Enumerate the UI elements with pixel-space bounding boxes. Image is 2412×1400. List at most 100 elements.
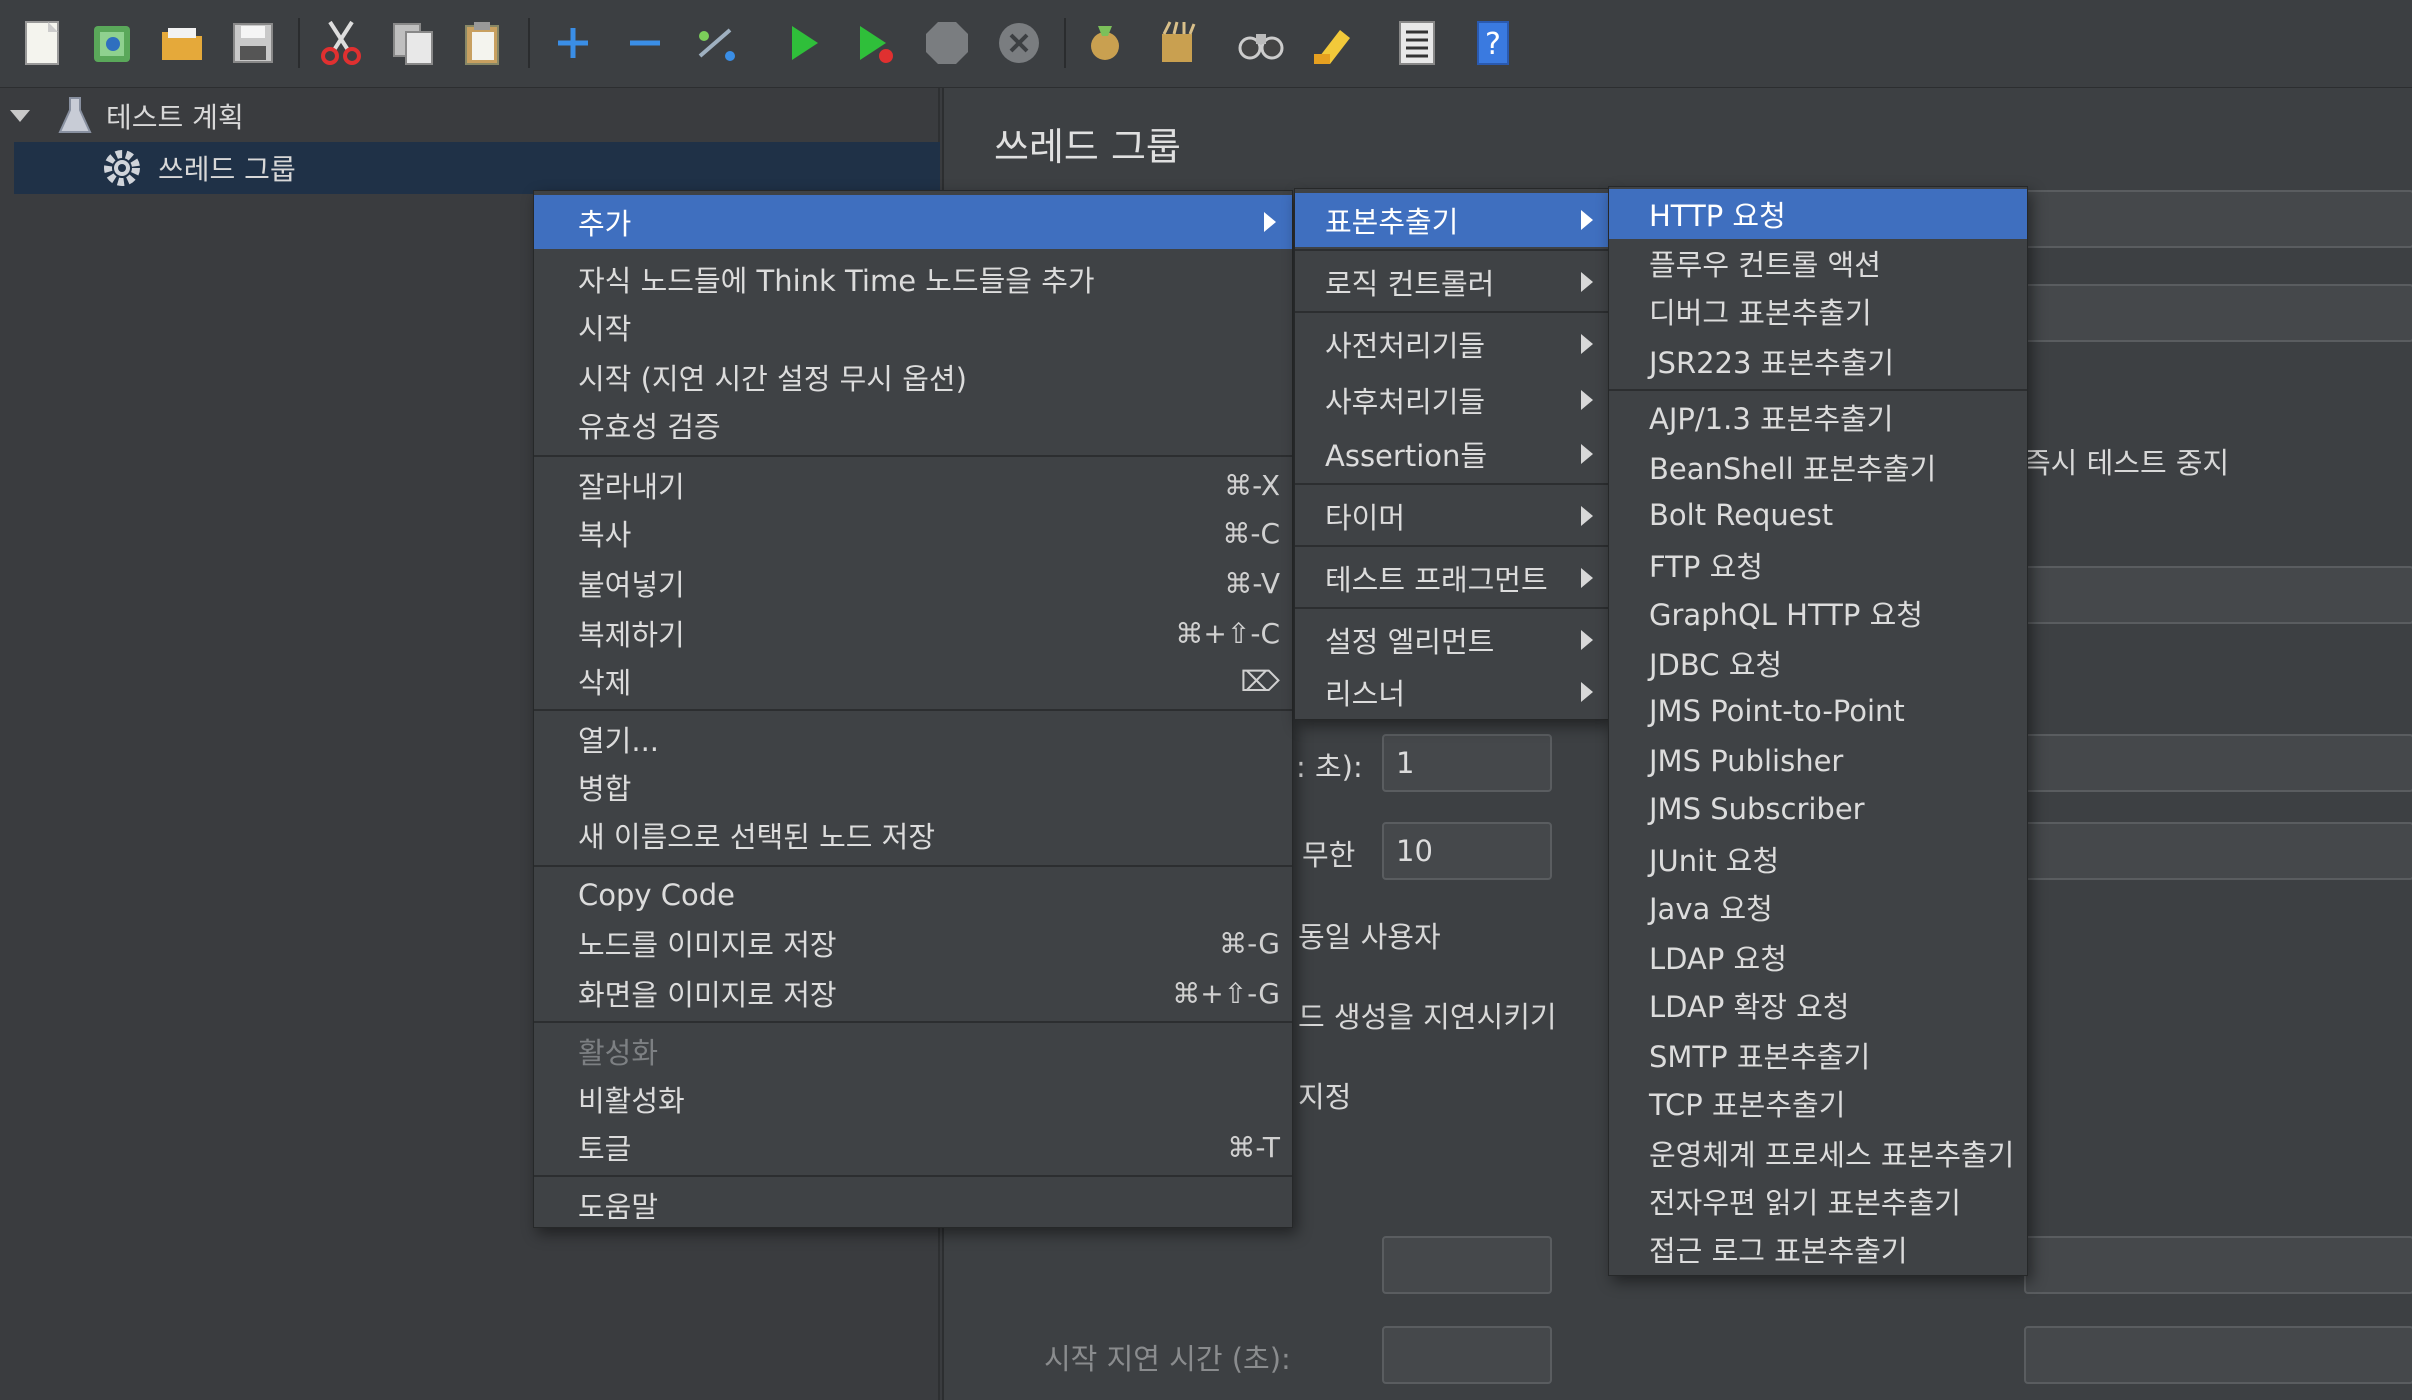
submenu-item-post-processors[interactable]: 사후처리기들: [1295, 373, 1609, 427]
tree-node-label: 쓰레드 그룹: [158, 153, 296, 186]
ramp-up-input-ext[interactable]: [2024, 734, 2412, 792]
sampler-tcp[interactable]: TCP 표본추출기: [1609, 1079, 2027, 1127]
menu-item-paste[interactable]: 붙여넣기 ⌘-V: [534, 559, 1292, 607]
copy-icon[interactable]: [384, 14, 442, 72]
menu-item-duplicate[interactable]: 복제하기 ⌘+⇧-C: [534, 609, 1292, 657]
sampler-ftp[interactable]: FTP 요청: [1609, 541, 2027, 589]
menu-item-copy[interactable]: 복사 ⌘-C: [534, 509, 1292, 557]
submenu-item-timer[interactable]: 타이머: [1295, 489, 1609, 543]
menu-item-open[interactable]: 열기...: [534, 715, 1292, 763]
menu-item-merge[interactable]: 병합: [534, 763, 1292, 811]
menu-item-cut[interactable]: 잘라내기 ⌘-X: [534, 461, 1292, 509]
start-delay-input[interactable]: [1382, 1326, 1552, 1384]
clear-icon[interactable]: [1076, 14, 1134, 72]
search-icon[interactable]: [1232, 14, 1290, 72]
menu-item-delete[interactable]: 삭제 ⌦: [534, 657, 1292, 705]
menu-item-label: 설정 엘리먼트: [1325, 625, 1495, 659]
submenu-item-sampler[interactable]: 표본추출기: [1295, 193, 1609, 247]
menu-item-label: 복제하기: [578, 618, 685, 652]
sampler-submenu: HTTP 요청 플루우 컨트롤 액션 디버그 표본추출기 JSR223 표본추출…: [1608, 186, 2028, 1276]
sampler-ldap[interactable]: LDAP 요청: [1609, 933, 2027, 981]
submenu-item-logic-controller[interactable]: 로직 컨트롤러: [1295, 255, 1609, 309]
menu-item-start[interactable]: 시작: [534, 303, 1292, 351]
toggle-icon[interactable]: [688, 14, 746, 72]
submenu-item-test-fragment[interactable]: 테스트 프래그먼트: [1295, 551, 1609, 605]
save-icon[interactable]: [224, 14, 282, 72]
tree-node-test-plan[interactable]: 테스트 계획: [0, 90, 940, 142]
ramp-up-input[interactable]: 1: [1382, 734, 1552, 792]
collapse-all-icon[interactable]: [616, 14, 674, 72]
same-user-checkbox-label[interactable]: 동일 사용자: [1298, 914, 1441, 956]
infinite-checkbox-label[interactable]: 무한: [1302, 832, 1355, 874]
threads-field-ext[interactable]: [2024, 566, 2412, 624]
delay-thread-creation-label[interactable]: 드 생성을 지연시키기: [1298, 994, 1557, 1036]
cut-icon[interactable]: [312, 14, 370, 72]
sampler-jdbc[interactable]: JDBC 요청: [1609, 639, 2027, 687]
loop-count-input-ext[interactable]: [2024, 822, 2412, 880]
submenu-item-listener[interactable]: 리스너: [1295, 665, 1609, 719]
menu-item-start-no-pause[interactable]: 시작 (지연 시간 설정 무시 옵션): [534, 353, 1292, 401]
menu-item-copy-code[interactable]: Copy Code: [534, 871, 1292, 919]
start-delay-input-ext[interactable]: [2024, 1326, 2412, 1384]
clear-all-icon[interactable]: [1148, 14, 1206, 72]
reset-search-icon[interactable]: [1304, 14, 1362, 72]
sampler-jms-subscriber[interactable]: JMS Subscriber: [1609, 785, 2027, 833]
sampler-java[interactable]: Java 요청: [1609, 883, 2027, 931]
expand-triangle-icon[interactable]: [10, 110, 30, 122]
menu-item-toggle[interactable]: 토글 ⌘-T: [534, 1123, 1292, 1171]
menu-item-disable[interactable]: 비활성화: [534, 1075, 1292, 1123]
specify-lifetime-label[interactable]: 지정: [1298, 1074, 1351, 1116]
sampler-mail-reader[interactable]: 전자우편 읽기 표본추출기: [1609, 1177, 2027, 1225]
submenu-item-assertions[interactable]: Assertion들: [1295, 427, 1609, 481]
shortcut-label: ⌘-G: [1219, 926, 1280, 960]
duration-input[interactable]: [1382, 1236, 1552, 1294]
sampler-os-process[interactable]: 운영체계 프로세스 표본추출기: [1609, 1129, 2027, 1177]
sampler-graphql[interactable]: GraphQL HTTP 요청: [1609, 589, 2027, 637]
paste-icon[interactable]: [454, 14, 512, 72]
expand-all-icon[interactable]: [544, 14, 602, 72]
start-icon[interactable]: [774, 14, 832, 72]
sampler-bolt-request[interactable]: Bolt Request: [1609, 491, 2027, 539]
comments-field[interactable]: [2024, 284, 2412, 342]
menu-item-help[interactable]: 도움말: [534, 1181, 1292, 1229]
submenu-item-pre-processors[interactable]: 사전처리기들: [1295, 317, 1609, 371]
menu-item-validate[interactable]: 유효성 검증: [534, 401, 1292, 449]
name-field[interactable]: [2024, 190, 2412, 248]
sampler-jms-publisher[interactable]: JMS Publisher: [1609, 737, 2027, 785]
menu-separator: [1609, 389, 2027, 391]
loop-count-input[interactable]: 10: [1382, 822, 1552, 880]
menu-item-add[interactable]: 추가: [534, 195, 1292, 249]
sampler-http-request[interactable]: HTTP 요청: [1609, 189, 2027, 239]
sampler-beanshell[interactable]: BeanShell 표본추출기: [1609, 443, 2027, 491]
open-folder-icon[interactable]: [154, 14, 212, 72]
menu-item-label: 타이머: [1325, 501, 1406, 535]
menu-item-label: 활성화: [578, 1036, 659, 1070]
start-no-pause-icon[interactable]: [846, 14, 904, 72]
sampler-ldap-extended[interactable]: LDAP 확장 요청: [1609, 981, 2027, 1029]
help-icon[interactable]: ?: [1464, 14, 1522, 72]
sampler-junit[interactable]: JUnit 요청: [1609, 835, 2027, 883]
templates-icon[interactable]: [84, 14, 142, 72]
menu-item-save-selection-as[interactable]: 새 이름으로 선택된 노드 저장: [534, 811, 1292, 859]
sampler-jsr223[interactable]: JSR223 표본추출기: [1609, 337, 2027, 385]
toolbar-separator: [1064, 18, 1066, 68]
sampler-flow-control-action[interactable]: 플루우 컨트롤 액션: [1609, 239, 2027, 287]
menu-item-label: Copy Code: [578, 878, 736, 912]
menu-item-save-node-image[interactable]: 노드를 이미지로 저장 ⌘-G: [534, 919, 1292, 967]
duration-input-ext[interactable]: [2024, 1236, 2412, 1294]
sampler-debug[interactable]: 디버그 표본추출기: [1609, 287, 2027, 335]
sampler-jms-point-to-point[interactable]: JMS Point-to-Point: [1609, 687, 2027, 735]
sampler-ajp[interactable]: AJP/1.3 표본추출기: [1609, 393, 2027, 441]
menu-item-label: FTP 요청: [1649, 550, 1763, 584]
function-helper-icon[interactable]: [1388, 14, 1446, 72]
new-file-icon[interactable]: [14, 14, 72, 72]
stop-icon[interactable]: [918, 14, 976, 72]
sampler-access-log[interactable]: 접근 로그 표본추출기: [1609, 1225, 2027, 1273]
submenu-item-config-element[interactable]: 설정 엘리먼트: [1295, 613, 1609, 667]
add-submenu: 표본추출기 로직 컨트롤러 사전처리기들 사후처리기들 Assertion들 타…: [1294, 188, 1610, 720]
menu-item-add-think-time[interactable]: 자식 노드들에 Think Time 노드들을 추가: [534, 255, 1292, 303]
menu-item-save-screen-image[interactable]: 화면을 이미지로 저장 ⌘+⇧-G: [534, 969, 1292, 1017]
tree-node-thread-group[interactable]: 쓰레드 그룹: [14, 142, 940, 194]
sampler-smtp[interactable]: SMTP 표본추출기: [1609, 1031, 2027, 1079]
shutdown-icon[interactable]: [990, 14, 1048, 72]
